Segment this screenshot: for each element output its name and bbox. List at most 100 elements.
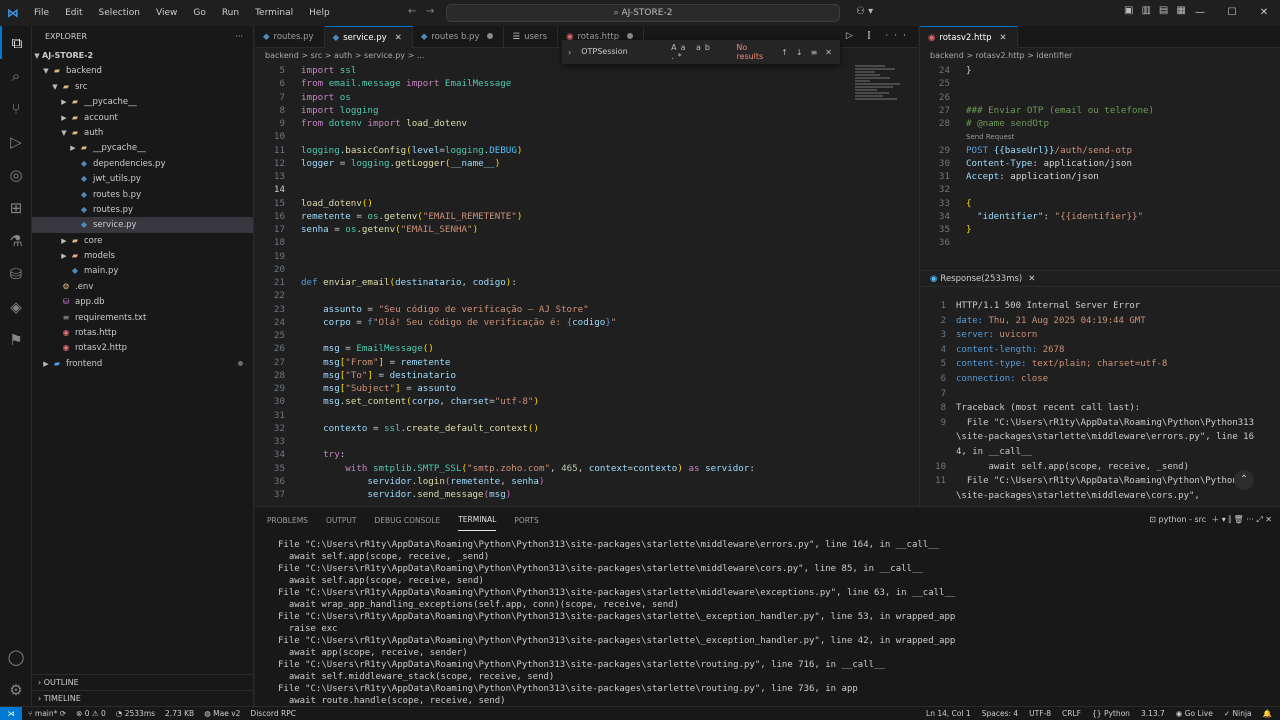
toggle-sidebar-icon[interactable]: ▥ xyxy=(1141,5,1150,16)
panel-tab-problems[interactable]: PROBLEMS xyxy=(267,510,308,531)
new-terminal-icon[interactable]: ＋ ▾ xyxy=(1209,515,1226,524)
close-panel-icon[interactable]: ✕ xyxy=(1265,515,1272,524)
tree-file[interactable]: ◆ main.py xyxy=(32,263,253,278)
menu-item-view[interactable]: View xyxy=(148,8,185,18)
source-control-icon[interactable]: ⑂ xyxy=(0,92,32,125)
tree-file[interactable]: ◆ jwt_utils.py xyxy=(32,171,253,186)
more-actions-icon[interactable]: ··· xyxy=(235,26,243,48)
bookmark-icon[interactable]: ⚑ xyxy=(0,323,32,356)
menu-item-run[interactable]: Run xyxy=(214,8,247,18)
go-live[interactable]: ◉ Go Live xyxy=(1176,707,1213,720)
line-ending[interactable]: CRLF xyxy=(1062,707,1081,720)
send-request-link[interactable]: Send Request xyxy=(966,133,1014,141)
language-mode[interactable]: {} Python xyxy=(1092,707,1130,720)
python-version[interactable]: 3.13.7 xyxy=(1141,707,1165,720)
menu-item-edit[interactable]: Edit xyxy=(57,8,90,18)
problems-status[interactable]: ⊗ 0 ⚠ 0 xyxy=(76,707,106,720)
split-terminal-icon[interactable]: ⫿ xyxy=(1228,515,1231,524)
close-window-icon[interactable]: ✕ xyxy=(1248,0,1280,26)
http-editor[interactable]: 24} 25 26 27 ### Enviar OTP (email ou tel… xyxy=(920,64,1280,270)
chevron-right-icon[interactable]: › xyxy=(568,48,571,57)
command-center-search[interactable]: ⌕ AJ-STORE-2 xyxy=(446,4,840,22)
toggle-panel-icon[interactable]: ▤ xyxy=(1159,5,1168,16)
tree-file[interactable]: ⛁ app.db xyxy=(32,294,253,309)
tree-file[interactable]: ◉ rotasv2.http xyxy=(32,340,253,355)
close-icon[interactable]: ✕ xyxy=(1028,274,1035,284)
layout-icon[interactable]: ▣ xyxy=(1124,5,1133,16)
menu-item-go[interactable]: Go xyxy=(185,8,213,18)
tree-folder[interactable]: ▶ ▰ frontend xyxy=(32,356,253,371)
maximize-panel-icon[interactable]: ⤢ xyxy=(1256,515,1265,524)
response-body[interactable]: 1 HTTP/1.1 500 Internal Server Error 2 date… xyxy=(920,299,1260,505)
cursor-position[interactable]: Ln 14, Col 1 xyxy=(926,707,971,720)
tab-response[interactable]: ◉ Response(2533ms) ✕ xyxy=(920,271,1280,287)
tree-file[interactable]: ◆ routes b.py xyxy=(32,187,253,202)
tree-file[interactable]: ◆ routes.py xyxy=(32,202,253,217)
arrow-up-icon[interactable]: ↑ xyxy=(781,48,788,57)
tree-folder[interactable]: ▶ ▰ models xyxy=(32,248,253,263)
find-menu-icon[interactable]: ≡ xyxy=(811,48,818,57)
workspace-root[interactable]: ▼ AJ-STORE-2 xyxy=(32,48,253,63)
menu-item-terminal[interactable]: Terminal xyxy=(247,8,301,18)
tab-service-py[interactable]: ◆ service.py ✕ xyxy=(324,26,413,48)
tree-folder[interactable]: ▶ ▰ core xyxy=(32,233,253,248)
right-breadcrumb[interactable]: backend > rotasv2.http > identifier xyxy=(920,48,1280,64)
more-actions-icon[interactable]: ··· xyxy=(1246,515,1256,524)
tree-file[interactable]: ◆ dependencies.py xyxy=(32,156,253,171)
find-input[interactable]: OTPSession xyxy=(575,43,671,61)
discord-status[interactable]: Discord RPC xyxy=(250,707,296,720)
database-icon[interactable]: ⛁ xyxy=(0,257,32,290)
close-icon[interactable]: ✕ xyxy=(825,48,832,57)
branch-status[interactable]: ⑂ main* ⟳ xyxy=(28,707,66,720)
kill-terminal-icon[interactable]: 🗑 xyxy=(1233,515,1243,524)
timeline-section[interactable]: › TIMELINE xyxy=(32,690,254,706)
remote-indicator-icon[interactable]: ⋊ xyxy=(0,707,22,720)
search-view-icon[interactable]: ⌕ xyxy=(0,59,32,92)
menu-item-help[interactable]: Help xyxy=(301,8,338,18)
panel-tab-terminal[interactable]: TERMINAL xyxy=(458,509,497,531)
tree-folder[interactable]: ▼ ▰ src xyxy=(32,79,253,94)
notifications-icon[interactable]: 🔔 xyxy=(1263,707,1272,720)
tree-file[interactable]: ◉ rotas.http xyxy=(32,325,253,340)
scroll-to-top-icon[interactable]: ⌃ xyxy=(1234,470,1254,490)
settings-gear-icon[interactable]: ⚙ xyxy=(0,673,32,706)
tree-file[interactable]: ⚙ .env xyxy=(32,279,253,294)
tab-routes-b-py[interactable]: ◆ routes b.py xyxy=(413,26,505,48)
close-icon[interactable]: ✕ xyxy=(1000,33,1007,43)
run-debug-icon[interactable]: ▷ xyxy=(0,125,32,158)
extensions-icon[interactable]: ⊞ xyxy=(0,191,32,224)
remote-icon[interactable]: ◎ xyxy=(0,158,32,191)
indentation[interactable]: Spaces: 4 xyxy=(982,707,1018,720)
tab-users[interactable]: ☰ users xyxy=(504,26,559,48)
tab-rotasv2[interactable]: ◉ rotasv2.http ✕ xyxy=(920,26,1018,48)
account-icon[interactable]: ◯ xyxy=(0,640,32,673)
panel-tab-output[interactable]: OUTPUT xyxy=(326,510,357,531)
tree-file[interactable]: ◆ service.py xyxy=(32,217,253,233)
menu-item-file[interactable]: File xyxy=(26,8,57,18)
environment-status[interactable]: ◍ Mae v2 xyxy=(204,707,240,720)
nav-back-forward-icon[interactable]: ← → xyxy=(408,6,434,17)
minimize-icon[interactable]: — xyxy=(1184,0,1216,26)
tree-file[interactable]: ≡ requirements.txt xyxy=(32,310,253,325)
tab-routes-py[interactable]: ◆ routes.py xyxy=(255,26,325,48)
testing-icon[interactable]: ⚗ xyxy=(0,224,32,257)
tree-folder[interactable]: ▼ ▰ backend xyxy=(32,63,253,78)
maximize-icon[interactable]: ☐ xyxy=(1216,0,1248,26)
find-options-icon[interactable]: Aa ab .* xyxy=(671,43,726,61)
response-size-status[interactable]: 2.73 KB xyxy=(165,707,194,720)
tree-folder[interactable]: ▼ ▰ auth xyxy=(32,125,253,140)
panel-tab-ports[interactable]: PORTS xyxy=(514,510,538,531)
minimap[interactable] xyxy=(855,64,915,134)
editor-actions-icon[interactable]: ▷ ⫿ ··· xyxy=(846,31,912,41)
explorer-icon[interactable]: ⧉ xyxy=(0,26,32,59)
tree-folder[interactable]: ▶ ▰ account xyxy=(32,110,253,125)
terminal-output[interactable]: File "C:\Users\rR1ty\AppData\Roaming\Pyt… xyxy=(278,539,1258,705)
menu-item-selection[interactable]: Selection xyxy=(91,8,148,18)
docker-icon[interactable]: ◈ xyxy=(0,290,32,323)
copilot-icon[interactable]: ⚇ ▾ xyxy=(856,6,873,17)
arrow-down-icon[interactable]: ↓ xyxy=(796,48,803,57)
encoding[interactable]: UTF-8 xyxy=(1029,707,1051,720)
close-icon[interactable]: ✕ xyxy=(395,33,402,43)
terminal-shell-name[interactable]: python - src xyxy=(1159,515,1207,524)
response-time-status[interactable]: ◔ 2533ms xyxy=(116,707,155,720)
